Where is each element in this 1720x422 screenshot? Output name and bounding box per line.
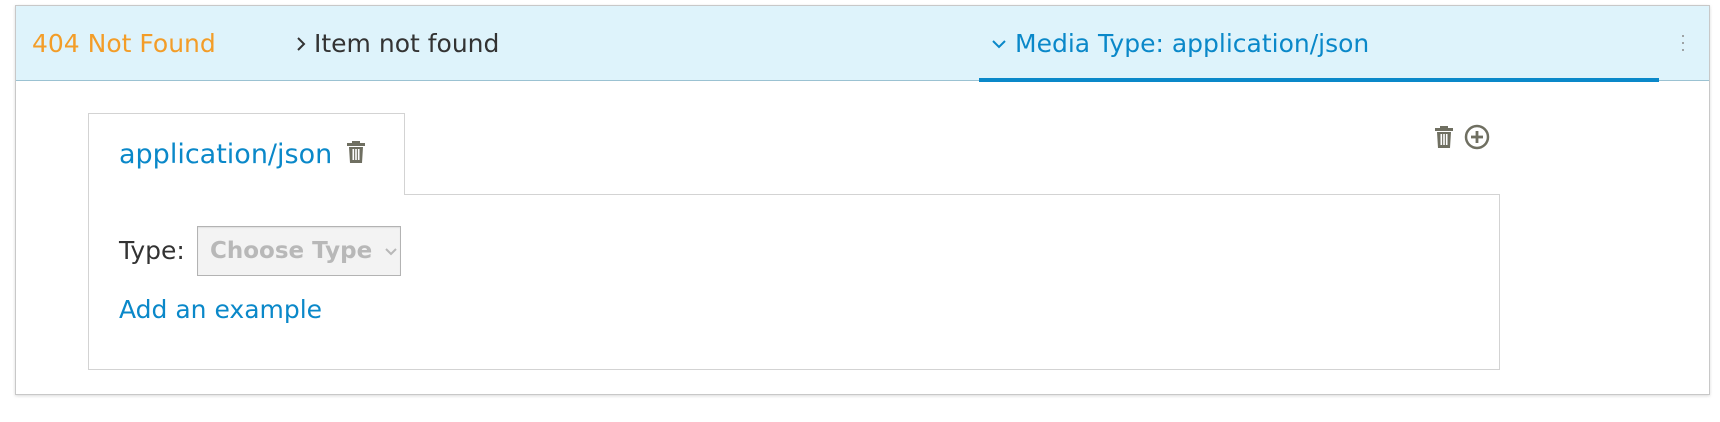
type-select[interactable]: Choose Type	[197, 226, 401, 276]
media-tab-actions	[1434, 124, 1490, 154]
media-tab-application-json[interactable]: application/json	[88, 113, 405, 195]
chevron-down-icon	[992, 39, 1006, 48]
type-label: Type:	[119, 236, 185, 265]
response-description[interactable]: Item not found	[296, 6, 499, 81]
plus-circle-icon[interactable]	[1464, 124, 1490, 154]
response-status-code: 404 Not Found	[32, 29, 216, 58]
trash-icon[interactable]	[346, 140, 366, 171]
trash-icon[interactable]	[1434, 125, 1454, 153]
media-tab-label: application/json	[119, 139, 333, 170]
type-select-placeholder: Choose Type	[210, 238, 373, 264]
response-header[interactable]: 404 Not Found Item not found Media Type:…	[16, 6, 1709, 82]
media-type-active-underline	[979, 78, 1659, 82]
media-type-toggle[interactable]: Media Type: application/json	[979, 6, 1659, 81]
kebab-menu-icon[interactable]	[1680, 35, 1686, 59]
response-panel: 404 Not Found Item not found Media Type:…	[15, 5, 1710, 395]
chevron-down-icon	[385, 247, 397, 255]
media-type-body: Type: Choose Type Add an example	[88, 194, 1500, 370]
add-example-link[interactable]: Add an example	[119, 295, 322, 324]
response-description-text: Item not found	[314, 29, 500, 58]
chevron-right-icon	[297, 36, 306, 51]
media-type-label: Media Type: application/json	[1015, 29, 1370, 58]
